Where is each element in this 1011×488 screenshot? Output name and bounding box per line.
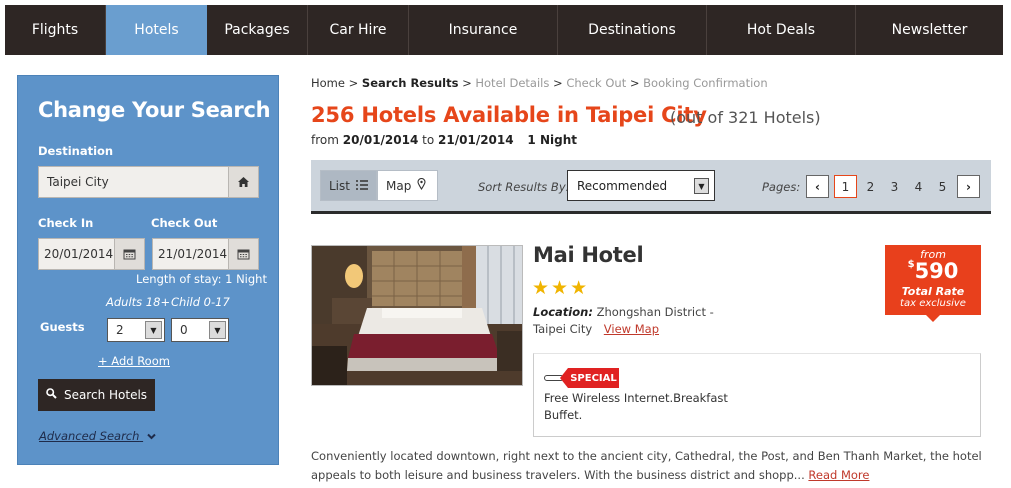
map-view-label: Map [386, 178, 412, 193]
nav-hotels[interactable]: Hotels [106, 5, 207, 55]
to-date: 21/01/2014 [438, 133, 514, 147]
checkout-input[interactable]: 21/01/2014 [152, 238, 259, 270]
nav-packages[interactable]: Packages [207, 5, 308, 55]
breadcrumb-hotel-details: Hotel Details [475, 76, 550, 90]
child-label: Child 0-17 [171, 295, 230, 309]
chevron-down-icon [147, 429, 156, 443]
results-title: 256 Hotels Available in Taipei City [311, 103, 707, 127]
adults-value: 2 [116, 323, 124, 337]
nights-count: 1 Night [527, 133, 577, 147]
child-value: 0 [180, 323, 188, 337]
search-hotels-button[interactable]: Search Hotels [38, 379, 155, 411]
nav-flights[interactable]: Flights [5, 5, 106, 55]
dropdown-arrow-icon: ▼ [145, 321, 162, 339]
adults-label: Adults 18+ [106, 295, 171, 309]
guests-label: Guests [40, 320, 85, 334]
nav-insurance[interactable]: Insurance [409, 5, 558, 55]
list-view-button[interactable]: List [320, 170, 377, 201]
sort-label: Sort Results By: [478, 180, 570, 194]
page-2[interactable]: 2 [859, 175, 882, 198]
dropdown-arrow-icon: ▼ [209, 321, 226, 339]
destination-input[interactable]: Taipei City [38, 166, 259, 198]
nav-destinations[interactable]: Destinations [558, 5, 707, 55]
destination-value: Taipei City [47, 175, 109, 189]
advanced-search-link[interactable]: Advanced Search [39, 429, 156, 443]
child-select[interactable]: 0 ▼ [171, 318, 229, 342]
panel-title: Change Your Search [38, 98, 271, 122]
advanced-search-label: Advanced Search [39, 429, 140, 443]
breadcrumb: Home > Search Results > Hotel Details > … [311, 76, 768, 90]
read-more-link[interactable]: Read More [808, 468, 869, 482]
page-4[interactable]: 4 [907, 175, 930, 198]
nav-car-hire[interactable]: Car Hire [308, 5, 409, 55]
change-search-panel: Change Your Search Destination Taipei Ci… [17, 75, 279, 465]
from-date: 20/01/2014 [342, 133, 419, 147]
breadcrumb-check-out: Check Out [566, 76, 627, 90]
page-3[interactable]: 3 [883, 175, 906, 198]
map-pin-icon [417, 177, 426, 193]
checkout-value: 21/01/2014 [158, 247, 228, 261]
location-label: Location: [533, 305, 593, 319]
breadcrumb-separator: > [553, 76, 563, 90]
map-view-button[interactable]: Map [377, 170, 438, 201]
checkin-value: 20/01/2014 [44, 247, 114, 261]
breadcrumb-current: Search Results [361, 76, 459, 90]
dropdown-arrow-icon: ▼ [694, 178, 709, 194]
breadcrumb-separator: > [348, 76, 359, 90]
next-page-button[interactable]: › [957, 175, 980, 198]
special-badge: SPECIAL [560, 368, 619, 388]
checkin-input[interactable]: 20/01/2014 [38, 238, 145, 270]
calendar-icon[interactable] [114, 239, 144, 269]
results-total: (out of 321 Hotels) [670, 108, 821, 127]
search-icon [46, 388, 57, 402]
breadcrumb-booking-confirmation: Booking Confirmation [643, 76, 768, 90]
price-tag: from $590 Total Rate tax exclusive [885, 245, 981, 322]
hotel-name[interactable]: Mai Hotel [533, 243, 644, 267]
star-rating: ★★★ [532, 277, 590, 299]
list-view-label: List [329, 178, 350, 193]
sort-value: Recommended [577, 178, 668, 193]
page-1[interactable]: 1 [834, 175, 857, 198]
hotel-photo[interactable] [311, 245, 523, 386]
price-value: 590 [914, 259, 959, 283]
length-of-stay: Length of stay: 1 Night [136, 272, 267, 286]
results-toolbar: List Map Sort Results By: Recommended ▼ … [311, 160, 991, 214]
special-offer-text: Free Wireless Internet.Breakfast Buffet. [544, 391, 728, 422]
nav-newsletter[interactable]: Newsletter [856, 5, 1003, 55]
hotel-description: Conveniently located downtown, right nex… [311, 447, 991, 485]
description-text: Conveniently located downtown, right nex… [311, 449, 982, 482]
main-nav: Flights Hotels Packages Car Hire Insuran… [5, 5, 1003, 55]
breadcrumb-separator: > [629, 76, 640, 90]
price-currency: $ [907, 259, 915, 270]
prev-page-button[interactable]: ‹ [806, 175, 829, 198]
nav-hot-deals[interactable]: Hot Deals [707, 5, 856, 55]
results-dates: from 20/01/2014 to 21/01/2014 1 Night [311, 133, 577, 147]
home-icon[interactable] [228, 167, 258, 197]
adults-select[interactable]: 2 ▼ [107, 318, 165, 342]
pages-label: Pages: [762, 180, 801, 194]
calendar-icon[interactable] [228, 239, 258, 269]
price-tax-note: tax exclusive [900, 298, 966, 309]
add-room-link[interactable]: + Add Room [98, 354, 170, 368]
search-button-label: Search Hotels [63, 388, 148, 402]
breadcrumb-home[interactable]: Home [311, 76, 345, 90]
checkin-label: Check In [38, 216, 94, 230]
to-label: to [422, 133, 435, 147]
from-label: from [311, 133, 339, 147]
price-amount: $590 [885, 259, 981, 283]
page-5[interactable]: 5 [931, 175, 954, 198]
destination-label: Destination [38, 144, 114, 158]
price-label: Total Rate [901, 285, 965, 298]
hotel-location: Location: Zhongshan District - Taipei Ci… [533, 304, 733, 338]
list-icon [355, 179, 368, 193]
special-offer-box: SPECIAL Free Wireless Internet.Breakfast… [533, 353, 981, 437]
sort-select[interactable]: Recommended ▼ [567, 170, 715, 201]
view-map-link[interactable]: View Map [604, 322, 659, 336]
checkout-label: Check Out [151, 216, 218, 230]
breadcrumb-separator: > [462, 76, 472, 90]
